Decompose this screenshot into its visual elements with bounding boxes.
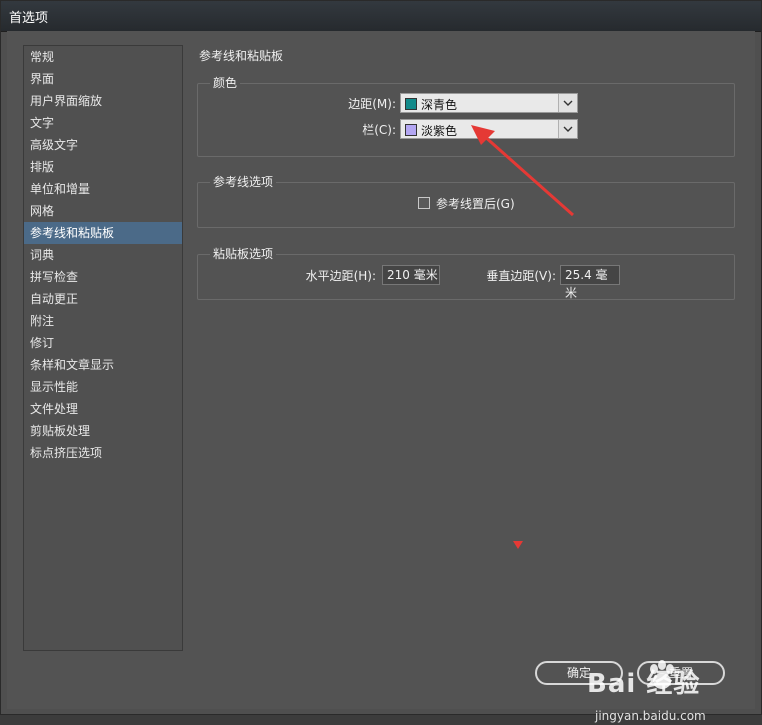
page-title: 参考线和粘贴板 [199,49,284,63]
sidebar-item-ui-scaling[interactable]: 用户界面缩放 [24,90,182,112]
dropdown-arrow[interactable] [558,94,577,112]
sidebar-item-label: 剪贴板处理 [30,424,91,438]
sidebar-item-clipboard-handling[interactable]: 剪贴板处理 [24,420,182,442]
annotation-arrow-icon [471,125,574,217]
sidebar-item-mojikumi[interactable]: 标点挤压选项 [24,442,182,464]
margin-color-dropdown[interactable]: 深青色 [400,93,578,113]
sidebar-item-label: 常规 [30,50,55,64]
pasteboard-options-group: 粘贴板选项 水平边距(H): 210 毫米 垂直边距(V): 25.4 毫米 [197,245,735,300]
sidebar-item-label: 文字 [30,116,55,130]
reset-button[interactable]: 重置 [637,661,725,685]
margin-color-label: 边距(M): [348,97,396,111]
ok-button[interactable]: 确定 [535,661,623,685]
sidebar-item-units-increments[interactable]: 单位和增量 [24,178,182,200]
column-color-label: 栏(C): [362,123,396,137]
sidebar-item-notes[interactable]: 附注 [24,310,182,332]
sidebar-item-track-changes[interactable]: 修订 [24,332,182,354]
column-color-value: 淡紫色 [421,124,458,138]
sidebar-item-label: 条样和文章显示 [30,358,115,372]
guide-options-group-label: 参考线选项 [210,173,277,190]
sidebar-item-label: 词典 [30,248,55,262]
sidebar-item-guides-pasteboard[interactable]: 参考线和粘贴板 [24,222,182,244]
sidebar-item-type[interactable]: 文字 [24,112,182,134]
window-title: 首选项 [9,11,49,26]
sidebar-item-label: 界面 [30,72,55,86]
sidebar-item-label: 排版 [30,160,55,174]
sidebar-item-label: 显示性能 [30,380,79,394]
sidebar-item-label: 用户界面缩放 [30,94,103,108]
pasteboard-options-group-label: 粘贴板选项 [210,245,277,262]
sidebar-item-general[interactable]: 常规 [24,46,182,68]
sidebar-item-label: 拼写检查 [30,270,79,284]
horizontal-margin-label: 水平边距(H): [305,269,376,283]
sidebar-item-file-handling[interactable]: 文件处理 [24,398,182,420]
sidebar-item-label: 高级文字 [30,138,79,152]
red-marker-icon [513,541,523,549]
dialog-body: 常规 界面 用户界面缩放 文字 高级文字 排版 单位和增量 网格 参考线和粘贴板… [7,31,755,723]
sidebar-item-advanced-type[interactable]: 高级文字 [24,134,182,156]
sidebar-item-dictionary[interactable]: 词典 [24,244,182,266]
preferences-window: 首选项 常规 界面 用户界面缩放 文字 高级文字 排版 单位和增量 网格 参考线… [0,0,762,723]
title-bar[interactable]: 首选项 [1,1,761,32]
watermark-url: jingyan.baidu.com [595,709,706,723]
sidebar-category-list: 常规 界面 用户界面缩放 文字 高级文字 排版 单位和增量 网格 参考线和粘贴板… [23,45,183,651]
sidebar-item-composition[interactable]: 排版 [24,156,182,178]
sidebar-item-display-performance[interactable]: 显示性能 [24,376,182,398]
horizontal-margin-input[interactable]: 210 毫米 [382,265,440,285]
margin-color-value: 深青色 [421,98,458,112]
sidebar-item-label: 标点挤压选项 [30,446,103,460]
sidebar-item-label: 参考线和粘贴板 [30,226,115,240]
vertical-margin-input[interactable]: 25.4 毫米 [560,265,620,300]
sidebar-item-autocorrect[interactable]: 自动更正 [24,288,182,310]
sidebar-item-story-editor[interactable]: 条样和文章显示 [24,354,182,376]
margin-color-swatch [405,98,417,110]
sidebar-item-label: 附注 [30,314,55,328]
sidebar-item-label: 网格 [30,204,55,218]
chevron-down-icon [563,100,573,106]
color-group-label: 颜色 [210,74,241,91]
sidebar-item-label: 单位和增量 [30,182,91,196]
sidebar-item-spelling[interactable]: 拼写检查 [24,266,182,288]
guides-behind-checkbox[interactable] [418,197,430,209]
vertical-margin-label: 垂直边距(V): [486,269,556,283]
sidebar-item-interface[interactable]: 界面 [24,68,182,90]
sidebar-item-label: 修订 [30,336,55,350]
column-color-swatch [405,124,417,136]
sidebar-item-label: 自动更正 [30,292,79,306]
sidebar-item-grids[interactable]: 网格 [24,200,182,222]
sidebar-item-label: 文件处理 [30,402,79,416]
